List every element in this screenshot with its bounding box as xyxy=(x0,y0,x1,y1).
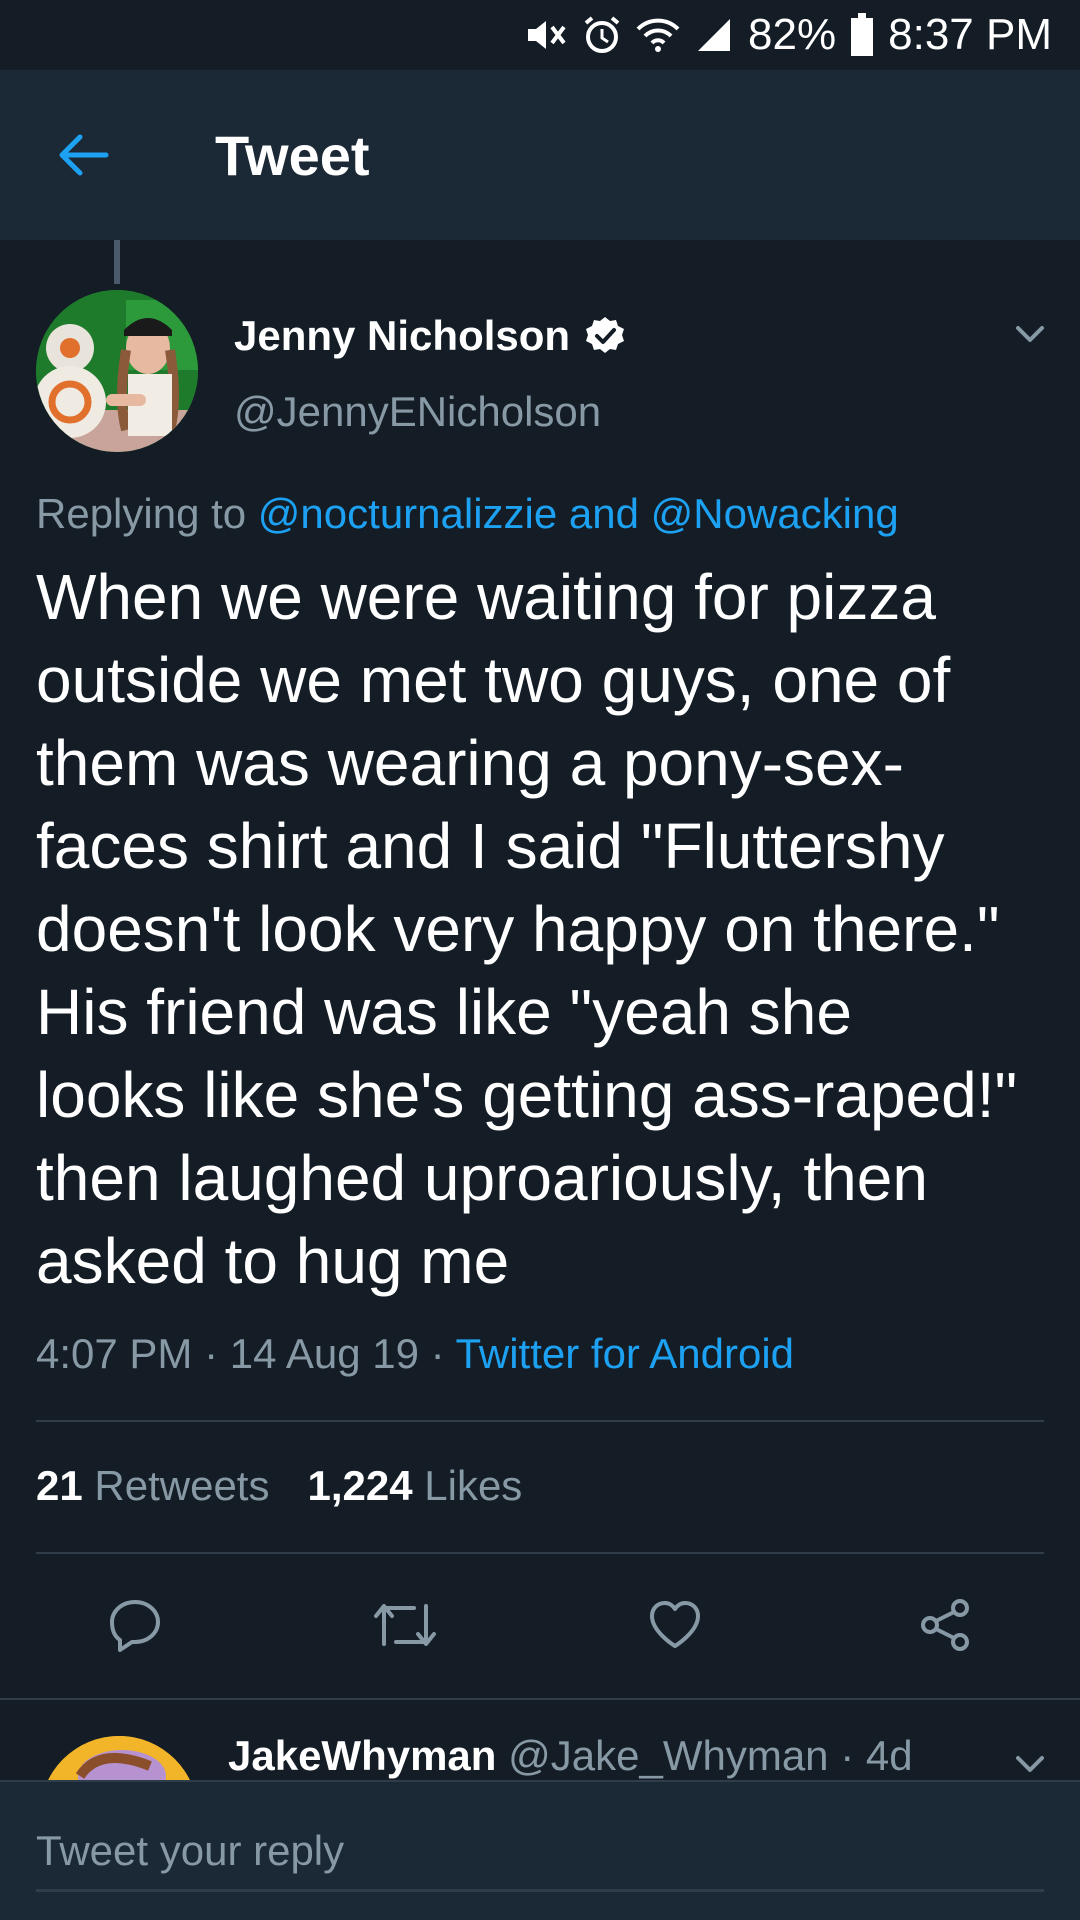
divider xyxy=(36,1420,1044,1422)
page-title: Tweet xyxy=(215,123,370,187)
signal-icon xyxy=(698,19,731,51)
mute-icon xyxy=(528,21,566,49)
tweet-date: 14 Aug 19 xyxy=(229,1330,419,1377)
reply-author-handle: @Jake_Whyman xyxy=(508,1732,829,1779)
retweets-count: 21 xyxy=(36,1462,83,1509)
like-button[interactable] xyxy=(640,1590,710,1660)
status-bar: 82% 8:37 PM xyxy=(0,0,1080,70)
retweet-button[interactable] xyxy=(370,1590,440,1660)
arrow-left-icon xyxy=(59,134,109,176)
tweet-meta: 4:07 PM · 14 Aug 19 · Twitter for Androi… xyxy=(36,1330,794,1378)
likes-count: 1,224 xyxy=(307,1462,413,1509)
replying-to: Replying to @nocturnalizzie and @Nowacki… xyxy=(36,490,899,538)
tweet-detail-screen: 82% 8:37 PM Tweet Jenny Nicholson @Jenny… xyxy=(0,0,1080,1920)
back-button[interactable] xyxy=(48,120,118,190)
compose-bar xyxy=(0,1780,1080,1920)
chevron-down-icon xyxy=(1016,326,1044,342)
reply-input[interactable] xyxy=(36,1812,1044,1892)
tweet-stats: 21 Retweets 1,224 Likes xyxy=(36,1462,522,1510)
retweets-stat[interactable]: 21 Retweets xyxy=(36,1462,269,1510)
reply-button[interactable] xyxy=(100,1590,170,1660)
clock: 8:37 PM xyxy=(888,10,1052,59)
author-avatar[interactable] xyxy=(36,290,198,452)
tweet-menu-button[interactable] xyxy=(1006,310,1054,358)
thread-connector xyxy=(114,240,120,284)
reply-bubble-icon xyxy=(110,1600,160,1652)
meta-separator: · xyxy=(840,1732,855,1779)
reply-mention-2[interactable]: @Nowacking xyxy=(651,490,899,537)
alarm-icon xyxy=(584,16,620,53)
heart-icon xyxy=(650,1601,700,1648)
likes-label: Likes xyxy=(424,1462,523,1509)
likes-stat[interactable]: 1,224 Likes xyxy=(307,1462,522,1510)
reply-age: 4d xyxy=(865,1732,913,1779)
share-icon xyxy=(921,1599,969,1651)
tweet-text: When we were waiting for pizza outside w… xyxy=(36,561,1018,1297)
tweet-source[interactable]: Twitter for Android xyxy=(456,1330,794,1377)
divider xyxy=(0,1698,1080,1700)
retweets-label: Retweets xyxy=(94,1462,270,1509)
reply-mention-1[interactable]: @nocturnalizzie xyxy=(258,490,557,537)
reply-and[interactable]: and xyxy=(569,490,639,537)
meta-separator: · xyxy=(430,1330,445,1377)
app-header: Tweet xyxy=(0,70,1080,240)
reply-header[interactable]: JakeWhyman @Jake_Whyman · 4d xyxy=(228,1732,913,1780)
avatar-image xyxy=(36,290,198,452)
wifi-icon xyxy=(636,18,680,52)
meta-separator: · xyxy=(204,1330,219,1377)
replying-prefix: Replying to xyxy=(36,490,247,537)
reply-author-name: JakeWhyman xyxy=(228,1732,497,1779)
tweet-actions xyxy=(0,1590,1080,1660)
battery-percent: 82% xyxy=(748,10,837,59)
author-name[interactable]: Jenny Nicholson xyxy=(234,312,626,360)
author-handle[interactable]: @JennyENicholson xyxy=(234,388,601,436)
tweet-time: 4:07 PM xyxy=(36,1330,193,1377)
divider xyxy=(36,1552,1044,1554)
share-button[interactable] xyxy=(910,1590,980,1660)
retweet-icon xyxy=(374,1604,436,1646)
author-name-text: Jenny Nicholson xyxy=(234,312,571,359)
battery-icon xyxy=(851,13,874,56)
verified-badge-icon xyxy=(586,317,625,353)
